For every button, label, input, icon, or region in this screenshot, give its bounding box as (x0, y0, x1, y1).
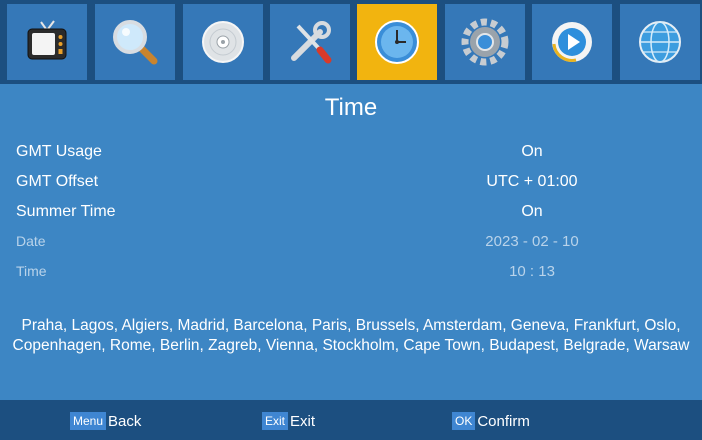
confirm-hint[interactable]: OK Confirm (452, 412, 530, 430)
tab-media[interactable] (532, 4, 612, 80)
setting-label: Summer Time (16, 203, 116, 220)
tab-network[interactable] (620, 4, 700, 80)
ok-key-badge: OK (452, 412, 476, 430)
setting-value: 10 : 13 (509, 263, 555, 280)
tab-search[interactable] (95, 4, 175, 80)
timezone-cities: Praha, Lagos, Algiers, Madrid, Barcelona… (0, 316, 702, 356)
tab-tv[interactable] (7, 4, 87, 80)
gear-icon (461, 18, 509, 66)
cities-line: Praha, Lagos, Algiers, Madrid, Barcelona… (21, 317, 681, 334)
tv-icon (27, 20, 67, 60)
confirm-label: Confirm (477, 413, 530, 430)
search-icon (113, 20, 158, 65)
menu-icon-bar (0, 0, 702, 84)
setting-label: GMT Usage (16, 143, 102, 160)
cities-line: Copenhagen, Rome, Berlin, Zagreb, Vienna… (12, 337, 690, 354)
back-hint[interactable]: Menu Back (70, 412, 141, 430)
setting-gmt-offset[interactable]: GMT Offset UTC + 01:00 (0, 168, 702, 198)
media-play-icon (552, 22, 592, 62)
menu-key-badge: Menu (70, 412, 107, 430)
exit-label: Exit (290, 413, 316, 430)
setting-summer-time[interactable]: Summer Time On (0, 198, 702, 228)
footer-hints: Menu Back Exit Exit OK Confirm (0, 400, 702, 440)
setting-value: 2023 - 02 - 10 (485, 233, 579, 250)
back-label: Back (108, 413, 142, 430)
page-title: Time (324, 94, 378, 121)
setting-label: Time (16, 263, 47, 279)
globe-icon (639, 21, 681, 63)
tab-time[interactable] (357, 4, 437, 80)
tab-settings[interactable] (445, 4, 525, 80)
tab-disc[interactable] (183, 4, 263, 80)
setting-value[interactable]: UTC + 01:00 (440, 173, 624, 191)
exit-key-badge: Exit (262, 412, 289, 430)
tools-icon (291, 21, 332, 64)
setting-date: Date 2023 - 02 - 10 (0, 228, 702, 258)
disc-icon (202, 21, 244, 63)
setting-label: Date (16, 233, 46, 249)
tab-tools[interactable] (270, 4, 350, 80)
setting-value[interactable]: On (440, 143, 624, 161)
setting-value[interactable]: On (440, 203, 624, 221)
setting-time: Time 10 : 13 (0, 258, 702, 288)
setting-gmt-usage[interactable]: GMT Usage On (0, 138, 702, 168)
setting-label: GMT Offset (16, 173, 99, 190)
exit-hint[interactable]: Exit Exit (262, 412, 315, 430)
clock-icon (375, 20, 419, 64)
